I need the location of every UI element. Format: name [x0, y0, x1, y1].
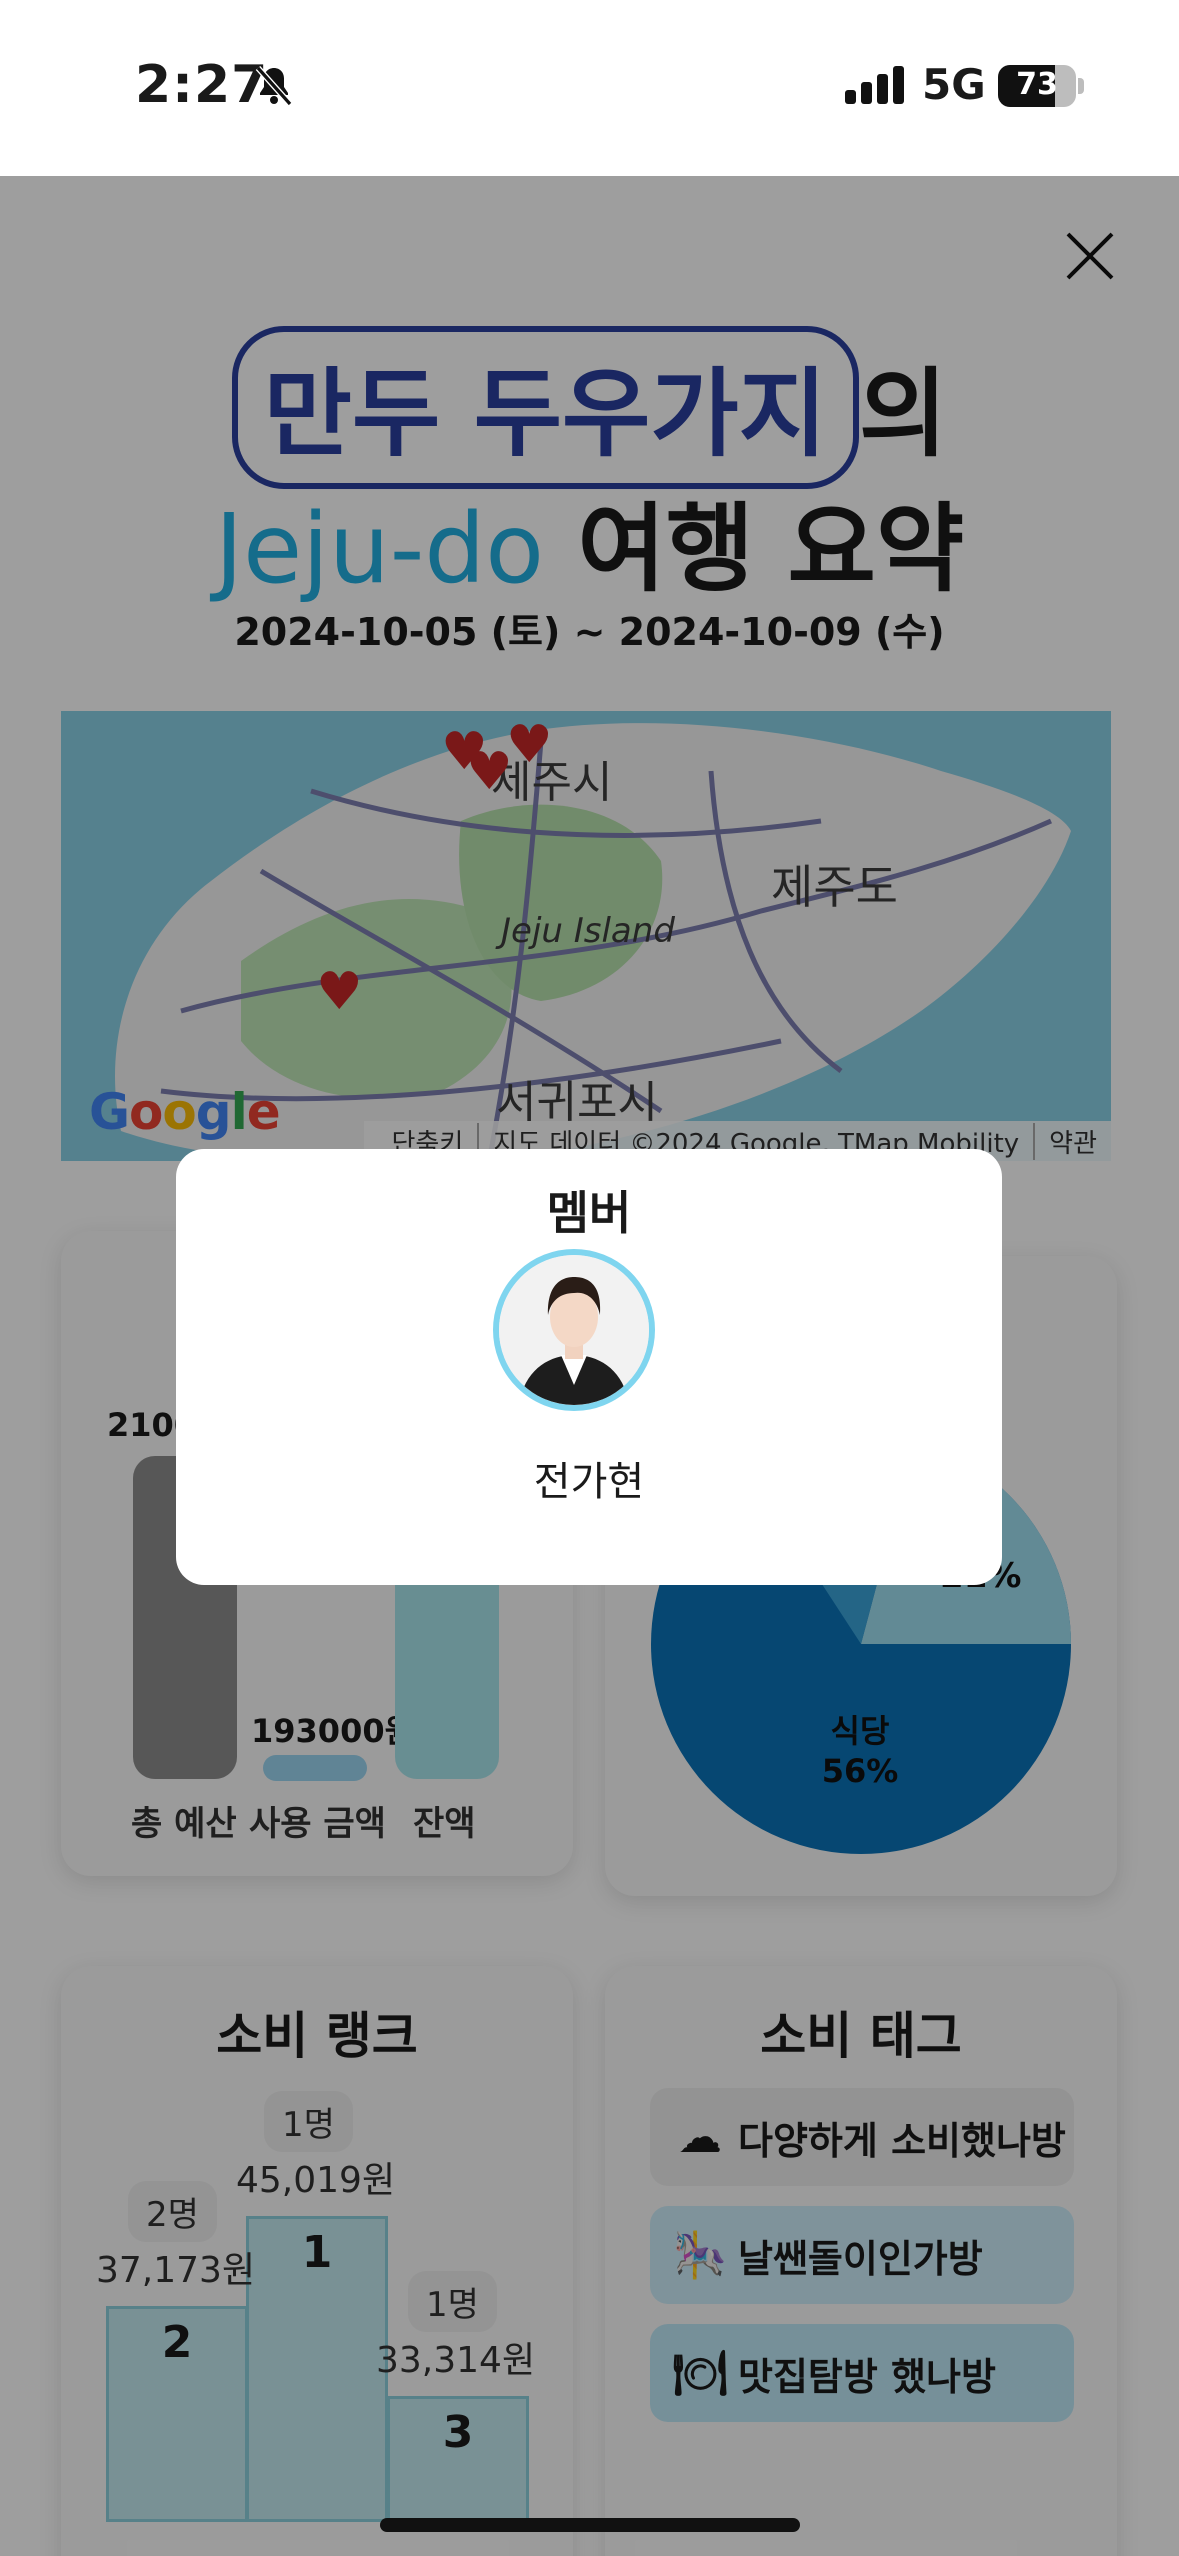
avatar[interactable] — [493, 1249, 655, 1411]
network-type: 5G — [922, 60, 986, 109]
status-bar: 2:27 5G 73 — [0, 0, 1179, 176]
bell-muted-icon — [255, 66, 293, 106]
battery-cap — [1078, 78, 1084, 94]
status-time: 2:27 — [135, 55, 269, 115]
cellular-signal-icon — [845, 66, 905, 104]
battery-icon: 73 — [998, 65, 1076, 107]
modal-title: 멤버 — [546, 1186, 632, 1240]
trip-summary-page: 만두 두우가지 의 Jeju-do 여행 요약 2024-10-05 (토) ~ … — [0, 176, 1179, 2556]
member-modal: 멤버 전가현 — [176, 1149, 1002, 1585]
home-indicator[interactable] — [380, 2518, 800, 2532]
member-portrait — [499, 1255, 649, 1405]
member-name: 전가현 — [533, 1459, 645, 1505]
battery-level: 73 — [1016, 67, 1058, 102]
